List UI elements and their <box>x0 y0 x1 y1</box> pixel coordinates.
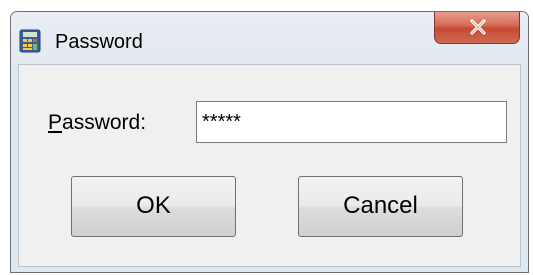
ok-button[interactable]: OK <box>71 176 236 237</box>
close-x-icon <box>470 19 486 35</box>
password-dialog: Password Password: OK Cancel <box>10 11 529 273</box>
calculator-app-icon <box>19 29 41 53</box>
password-input[interactable] <box>196 101 507 143</box>
dialog-body: Password: OK Cancel <box>18 64 521 267</box>
close-button[interactable] <box>434 12 520 44</box>
window-title: Password <box>55 31 143 53</box>
password-label-mnemonic: P <box>48 111 63 134</box>
password-label: Password: <box>48 111 146 135</box>
password-label-text: assword: <box>62 111 147 134</box>
title-bar[interactable]: Password <box>11 12 528 64</box>
cancel-button[interactable]: Cancel <box>298 176 463 237</box>
